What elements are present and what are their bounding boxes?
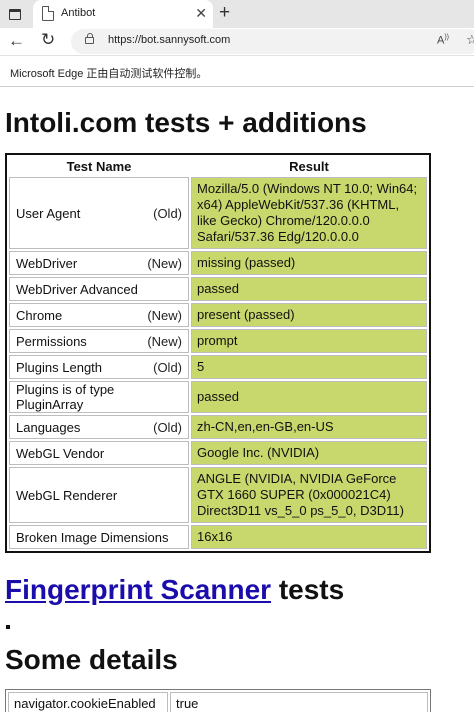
list-bullet: [6, 625, 10, 629]
address-bar[interactable]: https://bot.sannysoft.com A)) ☆: [71, 29, 474, 54]
page-icon: [42, 6, 54, 21]
table-row: WebDriver (New) missing (passed): [9, 251, 427, 275]
results-header-row: Test Name Result: [9, 157, 427, 175]
lock-icon[interactable]: [85, 33, 94, 44]
test-name: WebGL Vendor: [16, 445, 105, 461]
table-row: Chrome (New) present (passed): [9, 303, 427, 327]
tab-strip: Antibot ✕ +: [0, 0, 474, 28]
table-row: Plugins Length (Old) 5: [9, 355, 427, 379]
test-result: missing (passed): [191, 251, 427, 275]
automation-infobar: Microsoft Edge 正由自动测试软件控制。: [0, 55, 474, 87]
page-title: Intoli.com tests + additions: [5, 107, 367, 138]
fingerprint-scanner-link[interactable]: Fingerprint Scanner: [5, 574, 271, 605]
test-name-cell: WebDriver (New): [9, 251, 189, 275]
results-table: Test Name Result User Agent (Old) Mozilla…: [5, 153, 431, 553]
table-row: Broken Image Dimensions 16x16: [9, 525, 427, 549]
test-result: zh-CN,en,en-GB,en-US: [191, 415, 427, 439]
details-table: navigator.cookieEnabled true: [5, 689, 431, 712]
test-name: Permissions: [16, 333, 87, 349]
test-version: (New): [147, 333, 182, 349]
detail-key: navigator.cookieEnabled: [8, 692, 168, 712]
test-result: passed: [191, 381, 427, 413]
close-icon[interactable]: ✕: [195, 5, 207, 21]
test-name: Chrome: [16, 307, 63, 323]
test-version: (New): [147, 307, 182, 323]
table-row: WebGL Vendor Google Inc. (NVIDIA): [9, 441, 427, 465]
page-content: Intoli.com tests + additions Test Name R…: [5, 100, 474, 712]
test-version: (Old): [153, 419, 182, 435]
test-result: 16x16: [191, 525, 427, 549]
new-tab-icon[interactable]: +: [219, 3, 230, 23]
tab-title: Antibot: [61, 7, 96, 19]
infobar-text: Microsoft Edge 正由自动测试软件控制。: [10, 68, 208, 80]
test-name-cell: WebGL Renderer: [9, 467, 189, 523]
test-version: (New): [147, 255, 182, 271]
test-name-cell: Plugins Length (Old): [9, 355, 189, 379]
table-row: User Agent (Old) Mozilla/5.0 (Windows NT …: [9, 177, 427, 249]
test-name: Plugins Length: [16, 359, 103, 375]
test-name-cell: Plugins is of type PluginArray: [9, 381, 189, 413]
column-header-test-name: Test Name: [66, 158, 132, 174]
fingerprint-heading-rest: tests: [271, 574, 345, 605]
details-heading: Some details: [5, 644, 178, 675]
test-name-cell: Languages (Old): [9, 415, 189, 439]
test-result: prompt: [191, 329, 427, 353]
test-result: Google Inc. (NVIDIA): [191, 441, 427, 465]
test-result: Mozilla/5.0 (Windows NT 10.0; Win64; x64…: [191, 177, 427, 249]
reload-icon[interactable]: ↻: [41, 29, 55, 51]
table-row: Languages (Old) zh-CN,en,en-GB,en-US: [9, 415, 427, 439]
table-row: Permissions (New) prompt: [9, 329, 427, 353]
fingerprint-heading: Fingerprint Scanner tests: [5, 567, 474, 613]
table-row: WebDriver Advanced passed: [9, 277, 427, 301]
url-text[interactable]: https://bot.sannysoft.com: [108, 34, 230, 46]
test-name: Plugins is of type PluginArray: [16, 382, 115, 412]
test-result: 5: [191, 355, 427, 379]
test-result: ANGLE (NVIDIA, NVIDIA GeForce GTX 1660 S…: [191, 467, 427, 523]
test-name: User Agent: [16, 205, 81, 221]
test-name: Languages: [16, 419, 81, 435]
table-row: WebGL Renderer ANGLE (NVIDIA, NVIDIA GeF…: [9, 467, 427, 523]
back-arrow-icon[interactable]: ←: [8, 30, 25, 52]
table-row: Plugins is of type PluginArray passed: [9, 381, 427, 413]
test-name: WebDriver: [16, 255, 78, 271]
test-name: WebGL Renderer: [16, 487, 118, 503]
test-name-cell: Permissions (New): [9, 329, 189, 353]
favorite-icon[interactable]: ☆: [466, 32, 474, 48]
read-aloud-icon[interactable]: A)): [437, 34, 449, 47]
test-result: present (passed): [191, 303, 427, 327]
window-menu-icon[interactable]: [6, 5, 24, 23]
detail-value: true: [170, 692, 428, 712]
test-version: (Old): [153, 359, 182, 375]
test-version: (Old): [153, 205, 182, 221]
test-name-cell: Chrome (New): [9, 303, 189, 327]
test-name: Broken Image Dimensions: [16, 529, 169, 545]
test-name-cell: User Agent (Old): [9, 177, 189, 249]
test-name-cell: WebGL Vendor: [9, 441, 189, 465]
tab-antibot[interactable]: Antibot ✕: [33, 0, 213, 28]
test-name: WebDriver Advanced: [16, 281, 138, 297]
table-row: navigator.cookieEnabled true: [8, 692, 428, 712]
test-name-cell: Broken Image Dimensions: [9, 525, 189, 549]
browser-toolbar: ← ↻ https://bot.sannysoft.com A)) ☆: [0, 28, 474, 55]
test-result: passed: [191, 277, 427, 301]
column-header-result: Result: [289, 158, 329, 174]
test-name-cell: WebDriver Advanced: [9, 277, 189, 301]
